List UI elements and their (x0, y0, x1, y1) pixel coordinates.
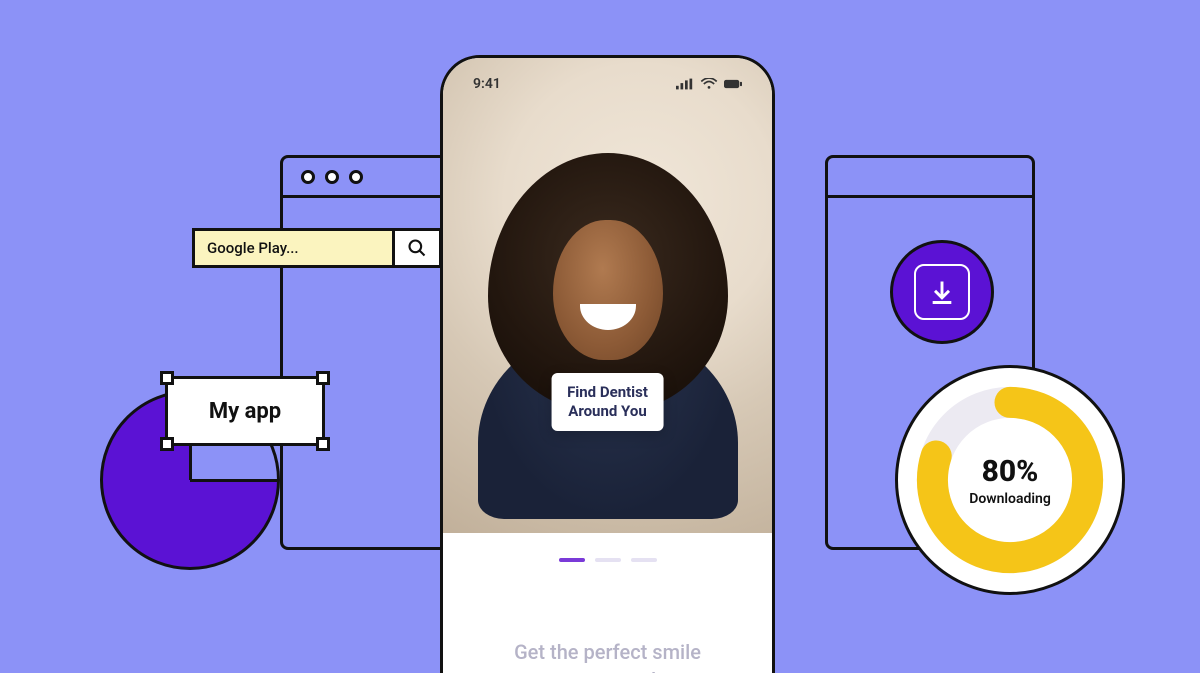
status-time: 9:41 (473, 76, 501, 92)
app-name-selection[interactable]: My app (165, 376, 325, 446)
wifi-icon (700, 78, 718, 90)
pager-dot[interactable] (559, 558, 585, 562)
download-icon (928, 278, 956, 306)
window-titlebar (828, 158, 1032, 198)
progress-percent: 80% (982, 454, 1039, 489)
download-badge[interactable] (890, 240, 994, 344)
traffic-light-icon (325, 170, 339, 184)
hero-image (443, 58, 772, 533)
download-progress-ring: 80% Downloading (895, 365, 1125, 595)
search-icon (407, 238, 427, 258)
pager-dot[interactable] (631, 558, 657, 562)
phone-mockup: 9:41 Find Dentist Around You Get the per… (440, 55, 775, 673)
resize-handle-icon[interactable] (316, 437, 330, 451)
status-icons (676, 76, 742, 92)
traffic-light-icon (301, 170, 315, 184)
resize-handle-icon[interactable] (160, 437, 174, 451)
cellular-icon (676, 78, 694, 90)
battery-icon (724, 78, 742, 90)
progress-status: Downloading (969, 491, 1051, 507)
download-icon-frame (914, 264, 970, 320)
search-bar[interactable]: Google Play... (192, 228, 442, 268)
traffic-light-icon (349, 170, 363, 184)
search-button[interactable] (395, 231, 439, 265)
tagline-text: Get the perfect smile you wanted. (443, 638, 772, 673)
resize-handle-icon[interactable] (160, 371, 174, 385)
pager-dots[interactable] (443, 558, 772, 562)
app-name-label: My app (209, 399, 281, 424)
resize-handle-icon[interactable] (316, 371, 330, 385)
person-illustration (478, 139, 738, 499)
pager-dot[interactable] (595, 558, 621, 562)
phone-status-bar: 9:41 (443, 76, 772, 92)
search-input[interactable]: Google Play... (195, 231, 395, 265)
cta-button[interactable]: Find Dentist Around You (551, 373, 664, 431)
